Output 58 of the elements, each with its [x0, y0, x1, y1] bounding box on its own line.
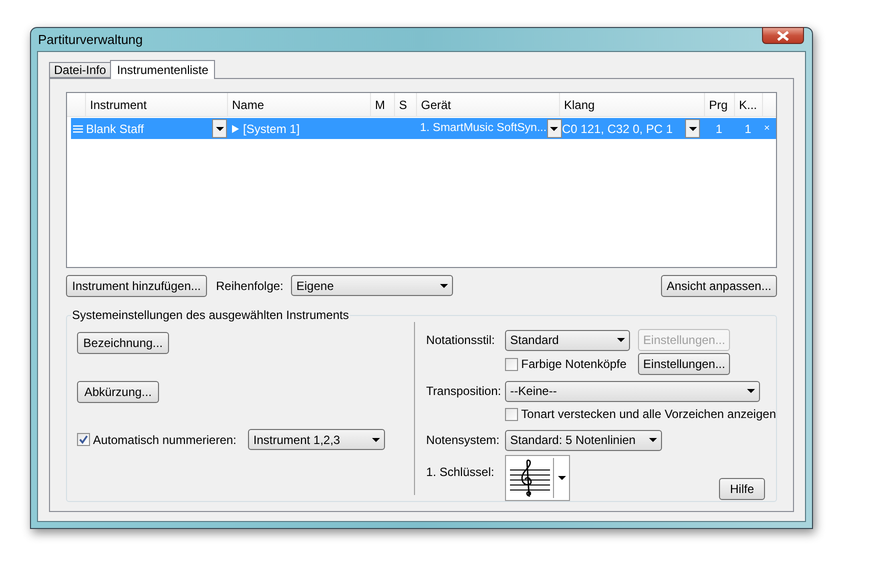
transposition-label: Transposition: — [426, 383, 502, 400]
tab[interactable]: Datei-Info — [49, 62, 110, 78]
table-cell-text: 1 — [744, 120, 752, 138]
caret-icon — [440, 284, 448, 288]
colored-noteheads-label: Farbige Notenköpfe — [521, 356, 627, 373]
caret-icon — [216, 126, 224, 130]
notation-style-label: Notationsstil: — [426, 332, 496, 349]
clef-dropdown[interactable] — [505, 455, 570, 501]
staff-system-label: Notensystem: — [426, 432, 501, 449]
caret-icon — [558, 476, 566, 480]
treble-clef-icon — [508, 458, 552, 498]
order-label: Reihenfolge: — [216, 278, 284, 294]
numbering-dropdown[interactable]: Instrument 1,2,3 — [248, 429, 386, 450]
column-header[interactable]: K... — [735, 93, 763, 116]
caret-icon — [747, 389, 756, 393]
customize-view-button[interactable]: Ansicht anpassen... — [661, 274, 777, 296]
order-dropdown[interactable]: Eigene — [291, 275, 454, 296]
table-cell-text: Blank Staff — [86, 120, 144, 138]
column-header[interactable]: Instrument — [86, 93, 228, 116]
hide-key-label: Tonart verstecken und alle Vorzeichen anzeigen — [521, 406, 776, 423]
add-instrument-button[interactable]: Instrument hinzufügen... — [66, 274, 207, 296]
hide-key-checkbox[interactable] — [505, 408, 518, 420]
window-title: Partiturverwaltung — [38, 30, 143, 49]
settings-button[interactable]: Einstellungen... — [638, 353, 730, 375]
group-title: Systemeinstellungen des ausgewählten Instruments — [71, 307, 350, 323]
clef-label: 1. Schlüssel: — [426, 464, 496, 481]
column-header[interactable]: S — [395, 93, 417, 116]
caret-icon — [550, 126, 558, 130]
column-header[interactable]: Gerät — [417, 93, 560, 116]
column-header[interactable]: Klang — [560, 93, 705, 116]
notation-style-dropdown[interactable]: Standard — [505, 330, 630, 350]
dropdown-button[interactable] — [546, 119, 562, 138]
column-header[interactable]: M — [371, 93, 395, 116]
staff-system-dropdown[interactable]: Standard: 5 Notenlinien — [505, 430, 662, 450]
name-button[interactable]: Bezeichnung... — [77, 332, 169, 354]
table-cell-text: [System 1] — [243, 120, 300, 138]
tab[interactable]: Instrumentenliste — [110, 60, 216, 79]
caret-icon — [617, 338, 626, 342]
table-cell-text: 1. SmartMusic SoftSyn... — [420, 120, 547, 136]
help-button[interactable]: Hilfe — [719, 478, 765, 500]
abbreviation-button[interactable]: Abkürzung... — [77, 381, 159, 403]
caret-icon — [688, 126, 696, 130]
colored-noteheads-checkbox[interactable] — [505, 358, 518, 370]
close-button[interactable] — [762, 27, 804, 44]
drag-handle-icon[interactable] — [73, 124, 83, 132]
expand-icon[interactable] — [232, 124, 239, 132]
table-cell-text: 1 — [716, 120, 722, 138]
dropdown-button[interactable] — [685, 119, 700, 138]
table-cell-text: C0 121, C32 0, PC 1 — [562, 120, 673, 138]
auto-number-checkbox[interactable] — [77, 433, 90, 446]
caret-icon — [372, 438, 380, 442]
dropdown-button[interactable] — [212, 119, 227, 138]
auto-number-label: Automatisch nummerieren: — [93, 432, 236, 448]
column-header[interactable]: Prg — [705, 93, 735, 116]
transposition-dropdown[interactable]: --Keine-- — [505, 380, 760, 402]
column-header[interactable]: Name — [228, 93, 371, 116]
caret-icon — [649, 438, 658, 442]
close-icon — [777, 30, 789, 40]
